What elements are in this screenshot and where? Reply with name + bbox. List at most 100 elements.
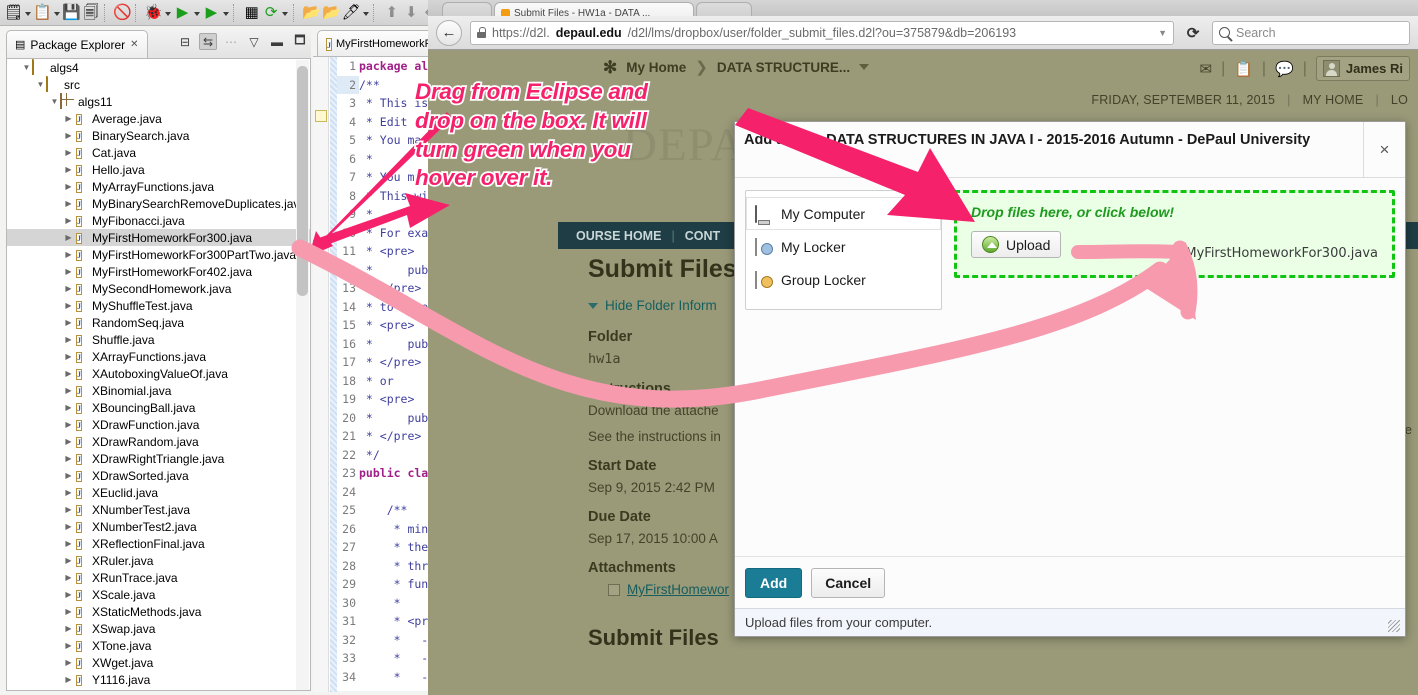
collapse-twisty-icon[interactable] [35,80,46,89]
expand-twisty-icon[interactable] [63,675,74,684]
open-type-icon[interactable]: 📂 [302,3,321,23]
expand-twisty-icon[interactable] [63,641,74,650]
chat-icon[interactable]: 💬 [1275,60,1294,78]
browser-tab-3[interactable] [696,2,752,16]
expand-twisty-icon[interactable] [63,114,74,123]
new-wizard-dropdown-icon[interactable] [53,3,61,23]
expand-twisty-icon[interactable] [63,318,74,327]
tree-item[interactable]: algs11 [7,93,310,110]
maximize-icon[interactable]: 🗖 [291,33,309,50]
expand-twisty-icon[interactable] [63,420,74,429]
tree-item[interactable]: JMySecondHomework.java [7,280,310,297]
expand-twisty-icon[interactable] [63,199,74,208]
nav-my-home[interactable]: MY HOME [1303,93,1364,107]
expand-twisty-icon[interactable] [63,607,74,616]
expand-twisty-icon[interactable] [63,454,74,463]
nav-course-home[interactable]: OURSE HOME [576,229,661,243]
link-with-editor-icon[interactable]: ⇆ [199,33,217,50]
tree-item[interactable]: JXBinomial.java [7,382,310,399]
tree-item[interactable]: JXDrawRandom.java [7,433,310,450]
expand-twisty-icon[interactable] [63,233,74,242]
new-wizard-icon[interactable]: 📋 [33,3,52,23]
tree-item[interactable]: J [7,688,310,691]
tree-item[interactable]: JXReflectionFinal.java [7,535,310,552]
tree-item[interactable]: src [7,76,310,93]
expand-twisty-icon[interactable] [63,573,74,582]
expand-twisty-icon[interactable] [63,131,74,140]
save-all-icon[interactable]: 🗐 [82,3,100,23]
expand-twisty-icon[interactable] [63,352,74,361]
nav-content[interactable]: CONT [685,229,720,243]
attachment-checkbox[interactable] [608,584,620,596]
expand-twisty-icon[interactable] [63,539,74,548]
breadcrumb-course[interactable]: DATA STRUCTURE... [717,60,850,75]
expand-twisty-icon[interactable] [63,165,74,174]
tree-item[interactable]: JMyFirstHomeworkFor300.java [7,229,310,246]
debug-icon[interactable]: 🐞 [144,3,163,23]
collapse-twisty-icon[interactable] [49,97,60,106]
expand-twisty-icon[interactable] [63,369,74,378]
source-my-locker[interactable]: My Locker [746,230,941,263]
tree-item[interactable]: JY1116.java [7,671,310,688]
url-dropdown-icon[interactable]: ▼ [1158,28,1167,38]
add-button[interactable]: Add [745,568,802,598]
view-menu-icon[interactable]: ▽ [245,33,263,50]
tree-item[interactable]: JXRuler.java [7,552,310,569]
tree-item[interactable]: JBinarySearch.java [7,127,310,144]
run-dropdown-icon[interactable] [193,3,201,23]
previous-annotation-icon[interactable]: ⬆ [383,3,401,23]
new-java-package-icon[interactable]: ▦ [242,3,260,23]
tree-item[interactable]: JXNumberTest2.java [7,518,310,535]
package-explorer-scrollbar[interactable] [296,60,309,691]
tree-item[interactable]: JMyBinarySearchRemoveDuplicates.java [7,195,310,212]
save-icon[interactable]: 💾 [62,3,81,23]
back-arrow-icon[interactable]: ← [436,20,462,46]
tree-item[interactable]: JHello.java [7,161,310,178]
tree-item[interactable]: algs4 [7,59,310,76]
coverage-icon[interactable]: ▶ [202,3,220,23]
scrollbar-thumb[interactable] [297,66,308,296]
expand-twisty-icon[interactable] [63,301,74,310]
source-group-locker[interactable]: Group Locker [746,263,941,296]
file-source-list[interactable]: My Computer My Locker Group Locker [745,190,942,310]
tree-item[interactable]: JXEuclid.java [7,484,310,501]
expand-twisty-icon[interactable] [63,624,74,633]
expand-twisty-icon[interactable] [63,216,74,225]
expand-twisty-icon[interactable] [63,488,74,497]
filter-icon[interactable]: ⋯ [222,33,240,50]
debug-dropdown-icon[interactable] [164,3,172,23]
coverage-dropdown-icon[interactable] [222,3,230,23]
chevron-down-icon[interactable] [859,64,869,70]
cancel-button[interactable]: Cancel [811,568,885,598]
expand-twisty-icon[interactable] [63,386,74,395]
collapse-all-icon[interactable]: ⊟ [176,33,194,50]
user-menu[interactable]: James Ri [1316,56,1410,81]
expand-twisty-icon[interactable] [63,658,74,667]
file-drop-zone[interactable]: Drop files here, or click below! Upload … [954,190,1395,278]
resize-grip-icon[interactable] [1388,620,1400,632]
open-resource-icon[interactable]: 📂 [322,3,341,23]
tree-item[interactable]: JMyFibonacci.java [7,212,310,229]
upload-button[interactable]: Upload [971,231,1061,258]
tree-item[interactable]: JAverage.java [7,110,310,127]
tree-item[interactable]: JXRunTrace.java [7,569,310,586]
expand-twisty-icon[interactable] [63,267,74,276]
package-explorer-tree[interactable]: algs4srcalgs11JAverage.javaJBinarySearch… [6,58,311,691]
editor-marker-bar[interactable] [313,57,329,692]
breadcrumb-my-home[interactable]: My Home [626,60,686,75]
tree-item[interactable]: JXNumberTest.java [7,501,310,518]
annotation-icon[interactable]: 🖊 [342,3,361,23]
email-icon[interactable]: ✉ [1199,60,1212,78]
refresh-dropdown-icon[interactable] [281,3,289,23]
tree-item[interactable]: JXDrawSorted.java [7,467,310,484]
tree-item[interactable]: JMyFirstHomeworkFor300PartTwo.java [7,246,310,263]
tree-item[interactable]: JRandomSeq.java [7,314,310,331]
expand-twisty-icon[interactable] [63,437,74,446]
tree-item[interactable]: JXTone.java [7,637,310,654]
tree-item[interactable]: JXWget.java [7,654,310,671]
url-bar[interactable]: https://d2l.depaul.edu/d2l/lms/dropbox/u… [470,21,1174,45]
expand-twisty-icon[interactable] [63,148,74,157]
new-file-dropdown-icon[interactable] [24,3,32,23]
tree-item[interactable]: JXBouncingBall.java [7,399,310,416]
tree-item[interactable]: JMyArrayFunctions.java [7,178,310,195]
